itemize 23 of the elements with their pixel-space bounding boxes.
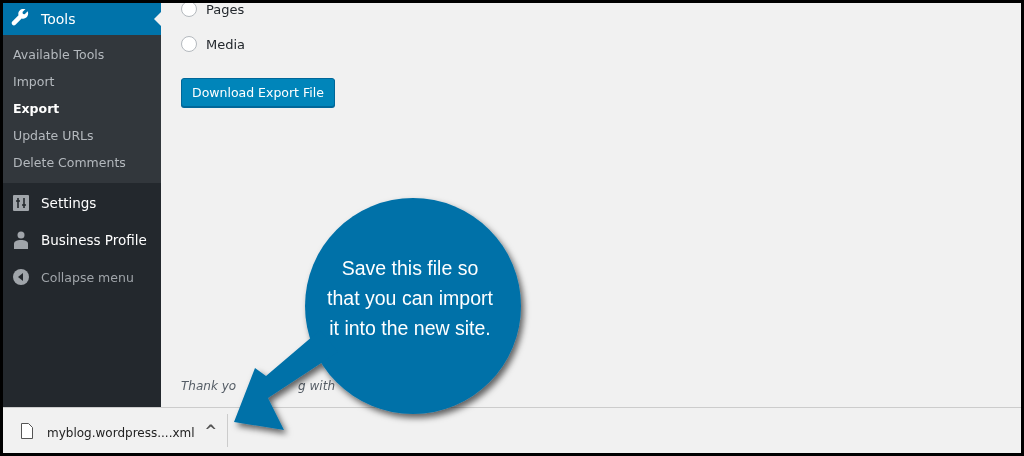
sliders-icon	[13, 195, 29, 211]
submenu-item[interactable]: Import	[3, 68, 161, 95]
sidebar-menu-item[interactable]: Tools	[3, 3, 161, 35]
footer-text: Thank yo	[181, 379, 237, 393]
radio-label: Pages	[206, 3, 245, 17]
download-button[interactable]: Download Export File	[181, 78, 335, 107]
radio-label: Media	[206, 36, 246, 52]
submenu-item[interactable]: Update URLs	[3, 122, 161, 149]
caret-button[interactable]: ^	[202, 421, 220, 440]
sidebar-menu-item[interactable]: Settings	[3, 186, 161, 220]
sidebar-menu-item[interactable]: Business Profile	[3, 223, 161, 257]
radio-button[interactable]	[181, 36, 197, 52]
sidebar-menu-item[interactable]: Collapse menu	[3, 260, 161, 294]
collapse-icon	[13, 269, 29, 285]
radio-button[interactable]	[181, 3, 197, 17]
footer-text: g with	[298, 379, 335, 393]
person-icon	[13, 231, 29, 249]
callout-text: Save this file so that you can import it into the new site.	[326, 256, 494, 341]
submenu-item[interactable]: Available Tools	[3, 41, 161, 68]
submenu-item[interactable]: Delete Comments	[3, 149, 161, 176]
file-name[interactable]: myblog.wordpress....xml	[47, 425, 195, 440]
file-icon	[21, 422, 33, 439]
submenu-item[interactable]: Export	[3, 95, 161, 122]
